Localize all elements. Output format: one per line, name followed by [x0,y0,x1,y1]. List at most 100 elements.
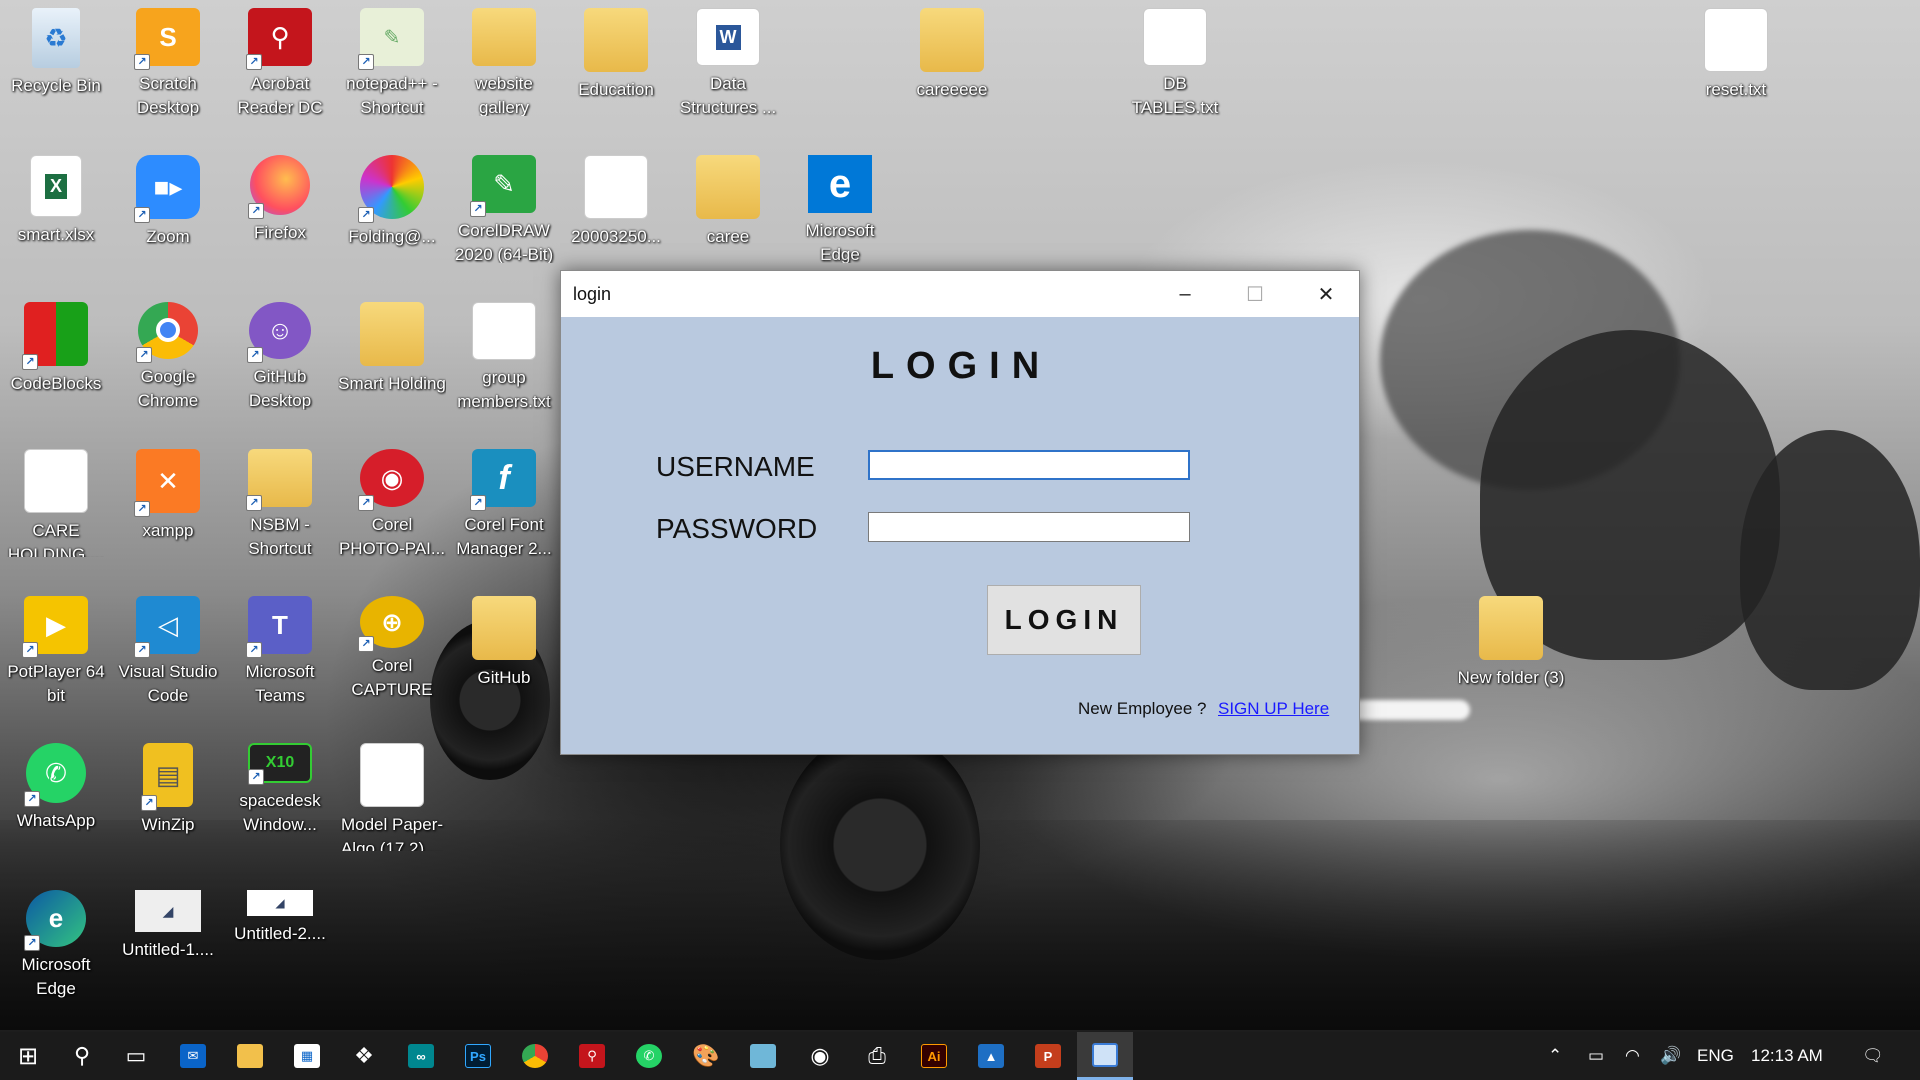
desktop-icon-new-folder-3[interactable]: New folder (3) [1457,588,1565,704]
tray-battery[interactable]: ▭ [1588,1032,1604,1080]
background-headlight [1350,700,1470,720]
taskbar-mail[interactable]: ✉ [165,1032,221,1080]
username-input[interactable] [868,450,1190,480]
whatsapp-icon: ✆ [636,1044,662,1068]
desktop-icon-corel-font-manager[interactable]: f ↗ Corel Font Manager 2... [450,441,558,557]
folder-icon [920,8,984,72]
desktop-icon-group-members-txt[interactable]: group members.txt [450,294,558,410]
tray-wifi[interactable]: ◠ [1625,1032,1640,1080]
taskbar-printer[interactable]: ⎙ [849,1032,905,1080]
close-button[interactable]: ✕ [1291,271,1361,317]
desktop-icon-data-structures[interactable]: W Data Structures ... [674,0,782,116]
desktop-icon-corel-photo-paint[interactable]: ◉ ↗ Corel PHOTO-PAI... [338,441,446,557]
pdf-icon: ✦ PDF [24,449,88,513]
minimize-button[interactable]: – [1150,271,1220,317]
folder-icon [472,8,536,67]
corel-capture-icon: ⊕ ↗ [358,596,424,652]
desktop-icon-careeeee[interactable]: careeeee [898,0,1006,116]
desktop-icon-notepad-plus-plus[interactable]: ✎ ↗ notepad++ - Shortcut [338,0,446,116]
pdf-icon: ✦ PDF [584,155,648,219]
arduino-icon: ∞ [408,1044,434,1068]
desktop-icon-microsoft-edge[interactable]: e ↗ Microsoft Edge [2,882,110,998]
taskbar-photos[interactable]: ▲ [963,1032,1019,1080]
search-button[interactable]: ⚲ [54,1032,110,1080]
paint-icon: 🎨 [692,1043,720,1068]
minimize-icon: – [1179,282,1191,305]
desktop-icon-coreldraw[interactable]: ✎ ↗ CorelDRAW 2020 (64-Bit) [450,147,558,263]
desktop-icon-reset-txt[interactable]: reset.txt [1682,0,1790,116]
text-file-icon [472,302,536,361]
desktop-icon-education[interactable]: Education [562,0,670,116]
desktop-icon-vscode[interactable]: ◁ ↗ Visual Studio Code [114,588,222,704]
desktop-icon-care-holding-pdf[interactable]: ✦ PDF CARE HOLDING.... [2,441,110,557]
desktop-icon-recycle-bin[interactable]: ♻ Recycle Bin [2,0,110,116]
chevron-up-icon: ⌃ [1548,1046,1563,1065]
acrobat-icon: ⚲ ↗ [246,8,312,71]
password-input[interactable] [868,512,1190,542]
desktop-icon-spacedesk[interactable]: X10 ↗ spacedesk Window... [226,735,334,851]
taskbar-microsoft-store[interactable]: ▦ [279,1032,335,1080]
folder-icon [360,302,424,366]
illustrator-icon: Ai [921,1044,947,1068]
desktop-icon-untitled-2[interactable]: ◢ Untitled-2.... [226,882,334,998]
volume-icon: 🔊 [1660,1046,1682,1065]
taskbar-file-explorer[interactable] [222,1032,278,1080]
desktop-icon-winzip[interactable]: ▤ ↗ WinZip [114,735,222,851]
task-view-button[interactable]: ▭ [108,1032,164,1080]
taskbar-login-app[interactable] [1077,1032,1133,1080]
desktop-icon-teams[interactable]: T ↗ Microsoft Teams [226,588,334,704]
new-employee-text: New Employee ? [1078,699,1207,718]
taskbar-paint[interactable]: 🎨 [678,1032,734,1080]
mail-icon: ✉ [180,1044,206,1068]
desktop-icon-folding-at-home[interactable]: ↗ Folding@... [338,147,446,263]
desktop-icon-smart-holding[interactable]: Smart Holding [338,294,446,410]
tray-language[interactable]: ENG [1697,1032,1734,1080]
desktop-icon-codeblocks[interactable]: ↗ CodeBlocks [2,294,110,410]
login-app-icon [1092,1042,1118,1067]
tray-notifications[interactable]: 🗨 [1862,1032,1884,1080]
desktop-icon-website-gallery[interactable]: website gallery [450,0,558,116]
desktop-icon-nsbm-shortcut[interactable]: ↗ NSBM - Shortcut [226,441,334,557]
text-file-icon [1704,8,1768,72]
tray-volume[interactable]: 🔊 [1660,1032,1681,1080]
desktop-icon-google-chrome[interactable]: ↗ Google Chrome [114,294,222,410]
tray-clock[interactable]: 12:13 AM [1751,1032,1823,1080]
xampp-icon: ✕ ↗ [134,449,200,517]
taskbar-powerpoint[interactable]: P [1020,1032,1076,1080]
desktop-icon-github-folder[interactable]: GitHub [450,588,558,704]
desktop-icon-scratch[interactable]: S ↗ Scratch Desktop [114,0,222,116]
taskbar-photoshop[interactable]: Ps [450,1032,506,1080]
folder-icon [696,155,760,219]
taskbar-arduino[interactable]: ∞ [393,1032,449,1080]
desktop-icon-zoom[interactable]: ■▸ ↗ Zoom [114,147,222,263]
taskbar-whatsapp[interactable]: ✆ [621,1032,677,1080]
desktop-icon-caree[interactable]: caree [674,147,782,263]
desktop-icon-potplayer[interactable]: ▶ ↗ PotPlayer 64 bit [2,588,110,704]
desktop-icon-microsoft-edge-legacy[interactable]: e Microsoft Edge [786,147,894,263]
tray-chevron[interactable]: ⌃ [1548,1032,1572,1080]
desktop-icon-whatsapp[interactable]: ✆ ↗ WhatsApp [2,735,110,851]
maximize-button[interactable]: ☐ [1220,271,1290,317]
wifi-icon: ◠ [1625,1046,1640,1065]
desktop-icon-20003250-pdf[interactable]: ✦ PDF 20003250... [562,147,670,263]
desktop-icon-db-tables-txt[interactable]: DB TABLES.txt [1121,0,1229,116]
window-titlebar[interactable]: login – ☐ ✕ [561,271,1359,317]
desktop-icon-model-paper-pdf[interactable]: ✦ PDF Model Paper-Algo (17.2).... [338,735,446,851]
desktop-icon-github-desktop[interactable]: ☺ ↗ GitHub Desktop [226,294,334,410]
signup-link[interactable]: SIGN UP Here [1218,699,1329,719]
pdf-icon: ✦ PDF [360,743,424,807]
desktop-icon-corel-capture[interactable]: ⊕↗ Corel CAPTURE 2... [338,588,446,704]
taskbar-notes[interactable] [735,1032,791,1080]
desktop-icon-untitled-1[interactable]: ◢ Untitled-1.... [114,882,222,998]
desktop-icon-smart-xlsx[interactable]: X smart.xlsx [2,147,110,263]
desktop-icon-xampp[interactable]: ✕ ↗ xampp [114,441,222,557]
taskbar-chrome[interactable] [507,1032,563,1080]
taskbar-media-player[interactable]: ◉ [792,1032,848,1080]
taskbar-acrobat[interactable]: ⚲ [564,1032,620,1080]
desktop-icon-firefox[interactable]: ↗ Firefox [226,147,334,263]
desktop-icon-acrobat[interactable]: ⚲ ↗ Acrobat Reader DC [226,0,334,116]
start-button[interactable]: ⊞ [0,1032,56,1080]
taskbar-dropbox[interactable]: ❖ [336,1032,392,1080]
login-button[interactable]: LOGIN [987,585,1141,655]
taskbar-illustrator[interactable]: Ai [906,1032,962,1080]
